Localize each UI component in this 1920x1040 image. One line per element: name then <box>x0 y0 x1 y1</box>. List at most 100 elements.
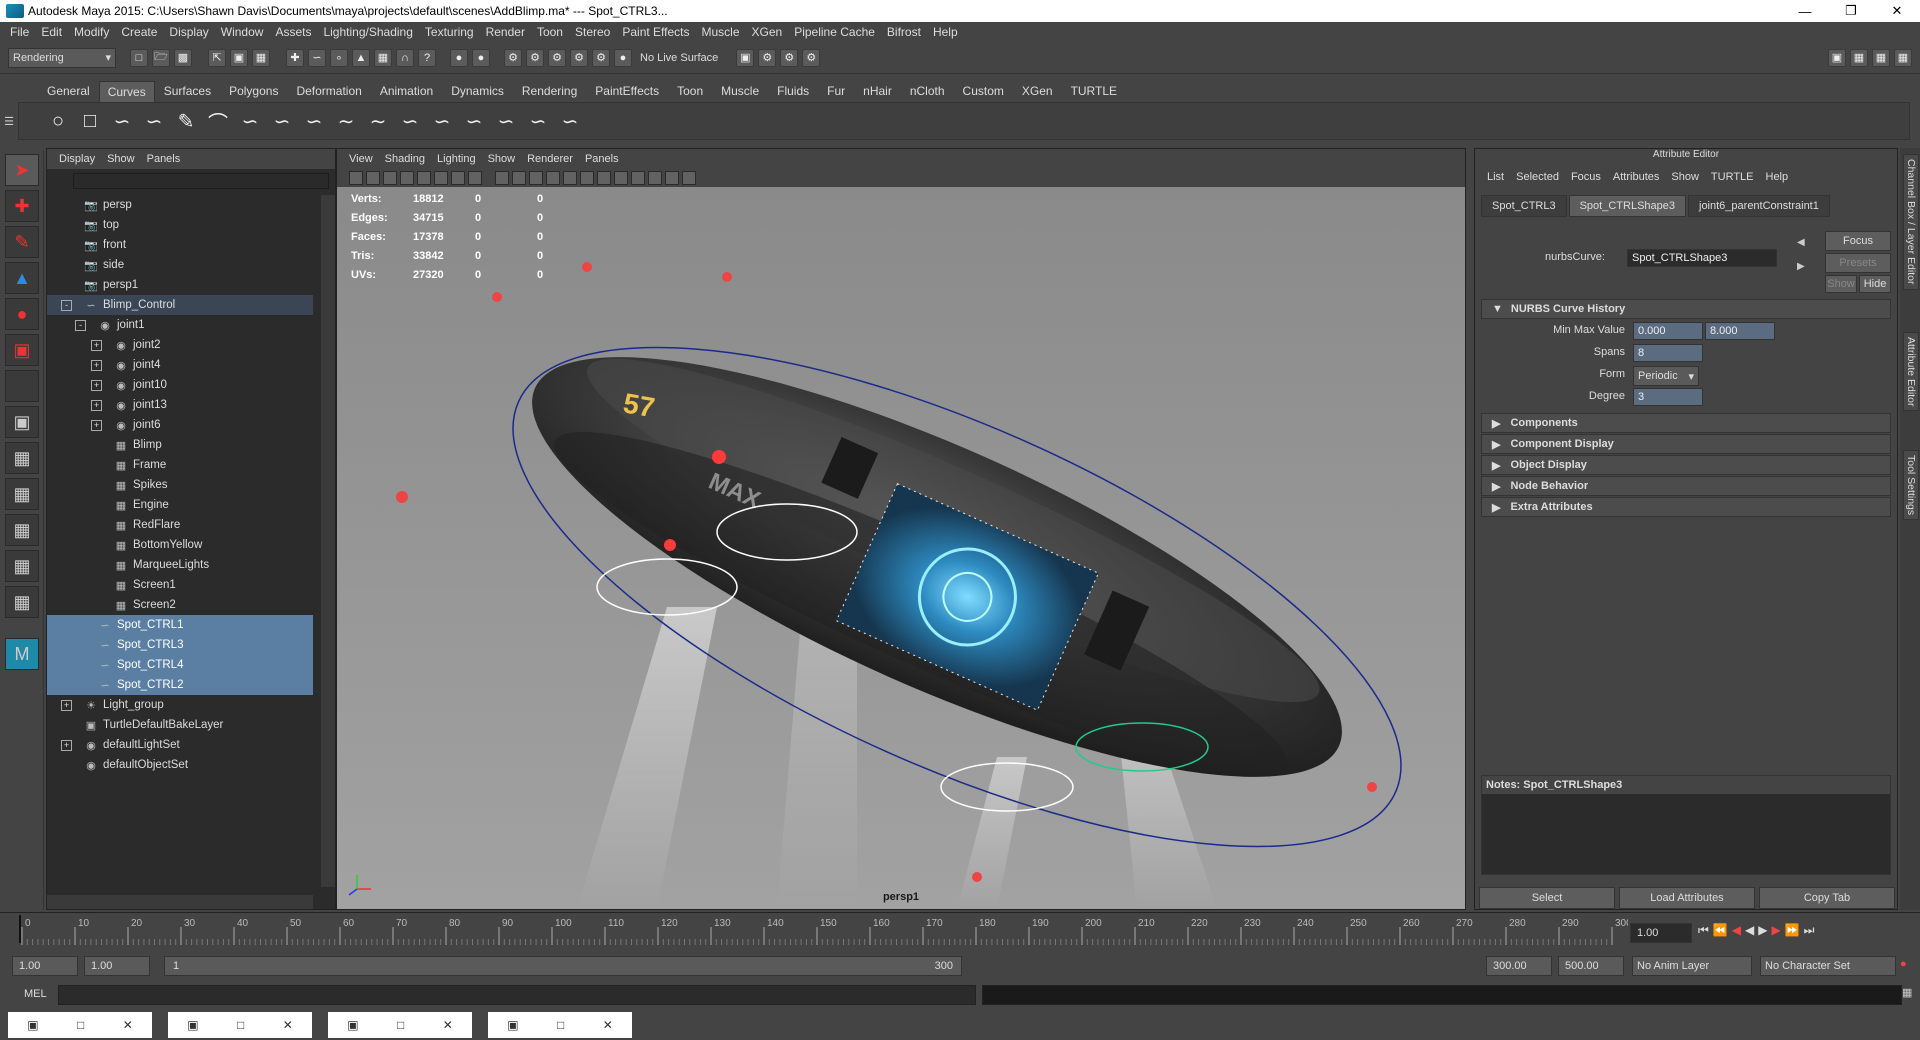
perspective-viewport[interactable]: 57 MAX Verts: 18812 0 0 Edges: 34715 0 0 Faces: 1… <box>337 187 1465 909</box>
character-set-dropdown[interactable]: No Character Set <box>1760 956 1896 976</box>
restore-icon[interactable]: □ <box>397 1018 404 1032</box>
ambient-occlusion-icon[interactable] <box>614 171 628 185</box>
ep-curve-icon[interactable]: ∽ <box>139 106 169 136</box>
outliner-row[interactable]: ∽ Spot_CTRL2 <box>47 675 313 695</box>
menu-toon[interactable]: Toon <box>531 25 569 39</box>
outliner-row[interactable]: 📷 persp1 <box>47 275 313 295</box>
single-view-icon[interactable]: ▣ <box>5 406 39 438</box>
go-end-icon[interactable]: ⏭ <box>1804 923 1815 938</box>
presets-button[interactable]: Presets <box>1825 253 1891 273</box>
attr-tab-spot-ctrlshape3[interactable]: Spot_CTRLShape3 <box>1568 195 1686 217</box>
expand-toggle-icon[interactable]: + <box>91 379 102 391</box>
hide-button[interactable]: Hide <box>1859 275 1891 293</box>
render-frame-icon[interactable]: ⚙ <box>526 48 544 67</box>
shelf-tab-toon[interactable]: Toon <box>668 80 712 102</box>
camera-attrs-icon[interactable] <box>349 171 363 185</box>
minimize-button[interactable]: — <box>1782 0 1828 22</box>
sidebar-toggle-icon[interactable]: ⚙ <box>758 48 777 67</box>
smooth-shade-icon[interactable] <box>512 171 526 185</box>
outliner-row[interactable]: + ◉ defaultLightSet <box>47 735 313 755</box>
bezier-curve-icon[interactable]: ∽ <box>235 106 265 136</box>
shelf-tab-deformation[interactable]: Deformation <box>287 80 370 102</box>
play-back-icon[interactable]: ◀ <box>1745 923 1754 938</box>
gate-mask-icon[interactable] <box>451 171 465 185</box>
anim-layer-dropdown[interactable]: No Anim Layer <box>1632 956 1752 976</box>
menu-xgen[interactable]: XGen <box>746 25 789 39</box>
input-ops-icon[interactable]: ● <box>450 48 468 67</box>
menu-paint-effects[interactable]: Paint Effects <box>616 25 695 39</box>
outliner-scrollbar[interactable] <box>321 195 335 887</box>
range-bar[interactable]: 1 300 <box>164 956 962 976</box>
menu-edit[interactable]: Edit <box>35 25 68 39</box>
section-components[interactable]: ▶ Components <box>1481 413 1891 433</box>
help-icon[interactable]: ? <box>418 48 436 67</box>
side-tab-channel-box-layer-editor[interactable]: Channel Box / Layer Editor <box>1903 154 1919 290</box>
load-attributes-button[interactable]: Load Attributes <box>1619 887 1755 909</box>
viewport-menu-show[interactable]: Show <box>482 153 522 165</box>
open-scene-icon[interactable]: 🗁 <box>152 48 170 67</box>
align-curves-icon[interactable]: ∼ <box>331 106 361 136</box>
min-value-field[interactable]: 0.000 <box>1633 322 1703 340</box>
scale-tool-icon[interactable]: ▣ <box>5 334 39 366</box>
range-start-field[interactable]: 1.00 <box>12 956 78 976</box>
outliner-row[interactable]: 📷 side <box>47 255 313 275</box>
construction-history-icon[interactable]: ⚙ <box>504 48 522 67</box>
render-settings-icon[interactable]: ⚙ <box>570 48 588 67</box>
viewport-menu-panels[interactable]: Panels <box>579 153 625 165</box>
live-surface-icon[interactable]: ● <box>614 48 632 67</box>
copy-tab-button[interactable]: Copy Tab <box>1759 887 1895 909</box>
pencil-curve-icon[interactable]: ✎ <box>171 106 201 136</box>
shelf-tab-painteffects[interactable]: PaintEffects <box>586 80 668 102</box>
section-object-display[interactable]: ▶ Object Display <box>1481 455 1891 475</box>
outliner-row[interactable]: 📷 persp <box>47 195 313 215</box>
notes-panel[interactable]: Notes: Spot_CTRLShape3 <box>1481 775 1891 875</box>
outliner-row[interactable]: ▦ Screen2 <box>47 595 313 615</box>
outliner-row[interactable]: ▦ Blimp <box>47 435 313 455</box>
auto-key-icon[interactable]: ● <box>1900 958 1907 970</box>
spans-field[interactable]: 8 <box>1633 344 1703 362</box>
open-close-curve-icon[interactable]: ∼ <box>363 106 393 136</box>
step-forward-icon[interactable]: ⏩ <box>1785 923 1800 938</box>
minimized-window-2[interactable]: ▣ □ ✕ <box>168 1012 312 1038</box>
expand-toggle-icon[interactable]: + <box>91 419 102 431</box>
minimized-window-3[interactable]: ▣ □ ✕ <box>328 1012 472 1038</box>
menu-display[interactable]: Display <box>163 25 214 39</box>
attr-menu-focus[interactable]: Focus <box>1565 171 1607 183</box>
go-output-icon[interactable]: ▶ <box>1797 261 1805 272</box>
command-input[interactable] <box>58 985 976 1005</box>
attr-menu-turtle[interactable]: TURTLE <box>1705 171 1760 183</box>
step-back-icon[interactable]: ⏪ <box>1713 923 1728 938</box>
outliner-row[interactable]: ∽ Spot_CTRL3 <box>47 635 313 655</box>
close-icon[interactable]: ✕ <box>283 1018 293 1032</box>
outliner-row[interactable]: ◉ defaultObjectSet <box>47 755 313 775</box>
restore-icon[interactable]: □ <box>77 1018 84 1032</box>
shelf-tab-turtle[interactable]: TURTLE <box>1062 80 1126 102</box>
field-chart-icon[interactable] <box>468 171 482 185</box>
use-lights-icon[interactable] <box>563 171 577 185</box>
shelf-tab-curves[interactable]: Curves <box>98 81 155 102</box>
cv-curve-icon[interactable]: ∽ <box>107 106 137 136</box>
arc-tool-icon[interactable]: ⌒ <box>203 106 233 136</box>
select-hierarchy-icon[interactable]: ⇱ <box>208 48 226 67</box>
expand-toggle-icon[interactable]: + <box>61 699 72 711</box>
outliner-row[interactable]: ∽ Spot_CTRL4 <box>47 655 313 675</box>
menu-window[interactable]: Window <box>215 25 270 39</box>
viewport-menu-renderer[interactable]: Renderer <box>521 153 579 165</box>
outliner-row[interactable]: + ◉ joint13 <box>47 395 313 415</box>
expand-toggle-icon[interactable]: + <box>61 739 72 751</box>
attach-curves-icon[interactable]: ∽ <box>267 106 297 136</box>
collapse-toggle-icon[interactable]: - <box>61 299 72 311</box>
film-gate-icon[interactable] <box>417 171 431 185</box>
xray-icon[interactable] <box>597 171 611 185</box>
menu-texturing[interactable]: Texturing <box>419 25 480 39</box>
viewport-menu-lighting[interactable]: Lighting <box>431 153 482 165</box>
attr-tab-spot-ctrl3[interactable]: Spot_CTRL3 <box>1481 195 1567 217</box>
hypershade-layout-icon[interactable]: ▦ <box>5 550 39 582</box>
viewport-menu-shading[interactable]: Shading <box>379 153 431 165</box>
minimized-window-4[interactable]: ▣ □ ✕ <box>488 1012 632 1038</box>
move-seam-icon[interactable]: ∽ <box>395 106 425 136</box>
attr-menu-help[interactable]: Help <box>1760 171 1795 183</box>
textured-icon[interactable] <box>546 171 560 185</box>
range-end-field[interactable]: 500.00 <box>1558 956 1624 976</box>
section-extra-attributes[interactable]: ▶ Extra Attributes <box>1481 497 1891 517</box>
